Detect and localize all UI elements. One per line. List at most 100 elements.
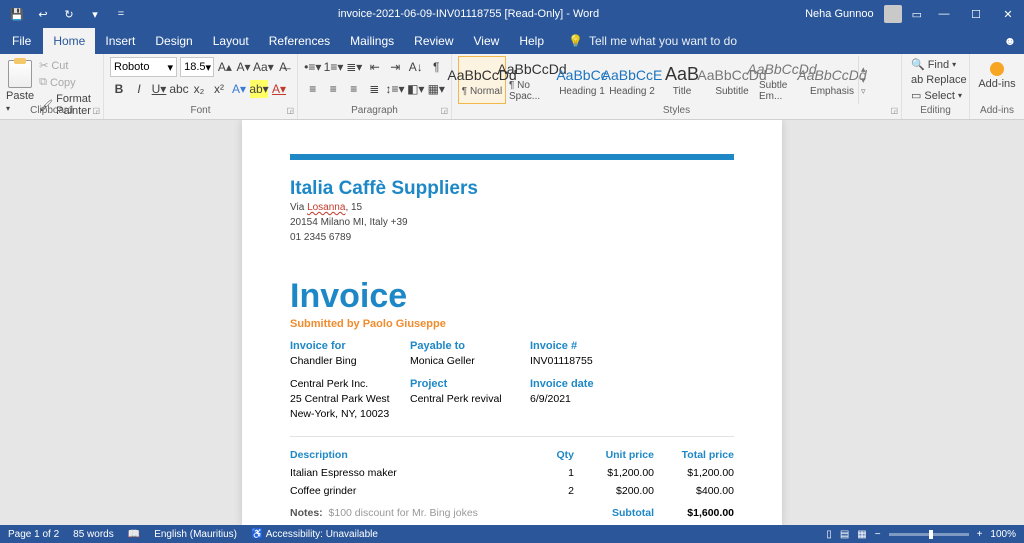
indent-icon[interactable]: ⇥ [387, 58, 405, 76]
clipboard-launcher-icon[interactable]: ◲ [92, 106, 100, 115]
style-heading1[interactable]: AaBbCcHeading 1 [558, 56, 606, 104]
col-desc: Description [290, 449, 534, 461]
styles-gallery[interactable]: AaBbCcDd¶ Normal AaBbCcDd¶ No Spac... Aa… [458, 56, 895, 104]
company-name: Italia Caffè Suppliers [290, 178, 734, 200]
clear-format-icon[interactable]: A̶ [275, 58, 291, 76]
shading-icon[interactable]: ◧▾ [407, 80, 425, 98]
find-button[interactable]: 🔍 Find [908, 57, 963, 72]
grow-font-icon[interactable]: A▴ [217, 58, 233, 76]
save-icon[interactable]: 💾 [6, 3, 28, 25]
multilevel-icon[interactable]: ≣▾ [346, 58, 364, 76]
label-invoice-no: Invoice # [530, 340, 734, 352]
style-emphasis[interactable]: AaBbCcDdEmphasis [808, 56, 856, 104]
superscript-button[interactable]: x² [210, 80, 228, 98]
view-read-icon[interactable]: ▯ [826, 529, 832, 540]
addins-label: Add-ins [978, 78, 1015, 90]
tab-references[interactable]: References [259, 28, 340, 54]
row-unit: $200.00 [574, 485, 654, 497]
invoice-title: Invoice [290, 277, 734, 316]
zoom-value[interactable]: 100% [990, 529, 1016, 540]
style-heading2[interactable]: AaBbCcEHeading 2 [608, 56, 656, 104]
replace-button[interactable]: ab Replace [908, 73, 963, 87]
paragraph-launcher-icon[interactable]: ◲ [440, 106, 448, 115]
style-name: ¶ Normal [462, 86, 502, 97]
line-spacing-icon[interactable]: ↕≡▾ [386, 80, 404, 98]
text-effects-icon[interactable]: A▾ [230, 80, 248, 98]
tab-insert[interactable]: Insert [95, 28, 145, 54]
redo-icon[interactable]: ↻ [58, 3, 80, 25]
tab-mailings[interactable]: Mailings [340, 28, 404, 54]
ribbon-display-icon[interactable]: ▭ [912, 8, 922, 21]
borders-icon[interactable]: ▦▾ [428, 80, 446, 98]
select-button[interactable]: ▭ Select [908, 88, 963, 103]
tab-layout[interactable]: Layout [203, 28, 259, 54]
tab-design[interactable]: Design [145, 28, 202, 54]
qat-customize-icon[interactable]: = [110, 3, 132, 25]
align-right-icon[interactable]: ≡ [345, 80, 363, 98]
addins-icon [990, 62, 1004, 76]
change-case-icon[interactable]: Aa▾ [254, 58, 272, 76]
font-name-select[interactable]: Roboto▾ [110, 57, 177, 77]
font-color-icon[interactable]: A▾ [270, 80, 288, 98]
status-words[interactable]: 85 words [73, 529, 114, 540]
col-qty: Qty [534, 449, 574, 461]
styles-scroll[interactable]: ▴▾▿ [858, 56, 872, 104]
bullets-icon[interactable]: •≡▾ [304, 58, 322, 76]
status-language[interactable]: English (Mauritius) [154, 529, 237, 540]
numbering-icon[interactable]: 1≡▾ [325, 58, 343, 76]
undo-icon[interactable]: ↩ [32, 3, 54, 25]
tab-file[interactable]: File [0, 28, 43, 54]
italic-button[interactable]: I [130, 80, 148, 98]
sort-icon[interactable]: A↓ [407, 58, 425, 76]
status-accessibility[interactable]: ♿ Accessibility: Unavailable [251, 529, 378, 540]
styles-launcher-icon[interactable]: ◲ [890, 106, 898, 115]
maximize-icon[interactable]: ☐ [960, 8, 992, 21]
view-print-icon[interactable]: ▤ [840, 529, 849, 540]
status-page[interactable]: Page 1 of 2 [8, 529, 59, 540]
avatar[interactable] [884, 5, 902, 23]
editing-group-label: Editing [920, 105, 951, 116]
underline-button[interactable]: U▾ [150, 80, 168, 98]
invoice-for-company: Central Perk Inc. [290, 370, 410, 390]
tell-me-label: Tell me what you want to do [589, 34, 737, 48]
tab-help[interactable]: Help [509, 28, 554, 54]
highlight-icon[interactable]: ab▾ [250, 80, 268, 98]
view-web-icon[interactable]: ▦ [857, 529, 866, 540]
strike-button[interactable]: abc [170, 80, 188, 98]
close-icon[interactable]: ✕ [992, 8, 1024, 21]
zoom-slider[interactable] [889, 533, 969, 536]
status-spell-icon[interactable]: 📖 [128, 529, 140, 540]
style-nospacing[interactable]: AaBbCcDd¶ No Spac... [508, 56, 556, 104]
cut-button[interactable]: ✂ Cut [36, 58, 97, 73]
feedback-icon[interactable]: ☻ [996, 28, 1024, 54]
page: Italia Caffè Suppliers Via Losanna, 15 2… [242, 120, 782, 525]
tab-view[interactable]: View [464, 28, 510, 54]
outdent-icon[interactable]: ⇤ [366, 58, 384, 76]
paragraph-group-label: Paragraph [351, 105, 398, 116]
align-left-icon[interactable]: ≡ [304, 80, 322, 98]
qat-more-icon[interactable]: ▾ [84, 3, 106, 25]
subscript-button[interactable]: x₂ [190, 80, 208, 98]
zoom-out-icon[interactable]: − [875, 529, 881, 540]
style-name: Emphasis [810, 86, 854, 97]
align-center-icon[interactable]: ≡ [325, 80, 343, 98]
show-marks-icon[interactable]: ¶ [428, 58, 446, 76]
addins-button[interactable]: Add-ins [976, 56, 1018, 90]
bold-button[interactable]: B [110, 80, 128, 98]
row-desc: Coffee grinder [290, 485, 534, 497]
minimize-icon[interactable]: — [928, 8, 960, 21]
font-launcher-icon[interactable]: ◲ [286, 106, 294, 115]
copy-label: Copy [50, 77, 76, 89]
font-size-select[interactable]: 18.5▾ [180, 57, 214, 77]
invoice-date: 6/9/2021 [530, 393, 734, 420]
copy-button[interactable]: ⧉ Copy [36, 75, 97, 90]
shrink-font-icon[interactable]: A▾ [236, 58, 252, 76]
style-sample: AaB [665, 64, 699, 86]
document-canvas[interactable]: Italia Caffè Suppliers Via Losanna, 15 2… [0, 120, 1024, 525]
tab-review[interactable]: Review [404, 28, 463, 54]
tell-me[interactable]: 💡 Tell me what you want to do [554, 28, 737, 54]
justify-icon[interactable]: ≣ [366, 80, 384, 98]
zoom-in-icon[interactable]: + [977, 529, 983, 540]
tab-home[interactable]: Home [43, 28, 95, 54]
user-name[interactable]: Neha Gunnoo [805, 8, 874, 20]
